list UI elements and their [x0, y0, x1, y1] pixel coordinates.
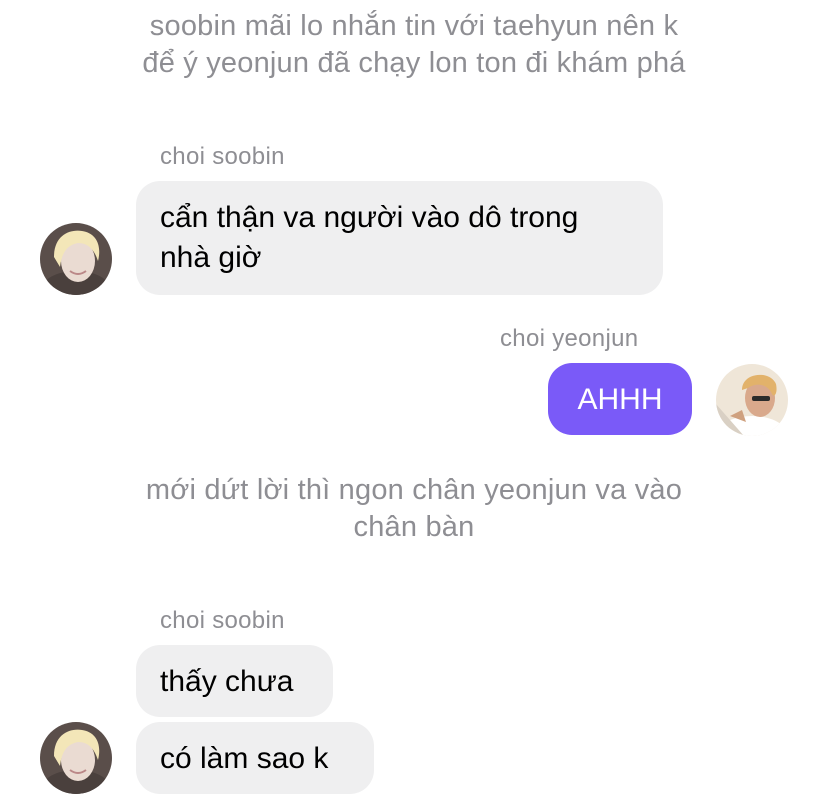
sender-name-soobin: choi soobin [160, 607, 285, 634]
avatar-yeonjun-photo [716, 364, 788, 436]
message-bubble-incoming[interactable]: thấy chưa [136, 645, 333, 717]
message-line: nhà giờ [160, 241, 262, 274]
message-text: AHHH [577, 383, 663, 416]
avatar-soobin-photo [40, 223, 112, 295]
avatar-yeonjun[interactable] [716, 364, 788, 436]
message-bubble-incoming[interactable]: cẩn thận va người vào dô trong nhà giờ [136, 181, 663, 295]
message-text: thấy chưa [160, 665, 294, 698]
narration-line: soobin mãi lo nhắn tin với taehyun nên k [149, 10, 679, 42]
narration-text-2: mới dứt lời thì ngon chân yeonjun va vào… [0, 472, 828, 546]
narration-text-1: soobin mãi lo nhắn tin với taehyun nên k… [0, 8, 828, 82]
message-bubble-outgoing[interactable]: AHHH [548, 363, 692, 435]
sender-name-soobin: choi soobin [160, 143, 285, 170]
message-bubble-incoming[interactable]: có làm sao k [136, 722, 374, 794]
avatar-soobin-photo [40, 722, 112, 794]
sender-name-yeonjun: choi yeonjun [500, 325, 639, 352]
narration-line: mới dứt lời thì ngon chân yeonjun va vào [145, 474, 683, 506]
narration-line: chân bàn [353, 511, 475, 543]
avatar-soobin[interactable] [40, 223, 112, 295]
message-line: cẩn thận va người vào dô trong [160, 201, 579, 234]
message-text: có làm sao k [160, 742, 329, 775]
avatar-soobin[interactable] [40, 722, 112, 794]
narration-line: để ý yeonjun đã chạy lon ton đi khám phá [142, 47, 686, 79]
